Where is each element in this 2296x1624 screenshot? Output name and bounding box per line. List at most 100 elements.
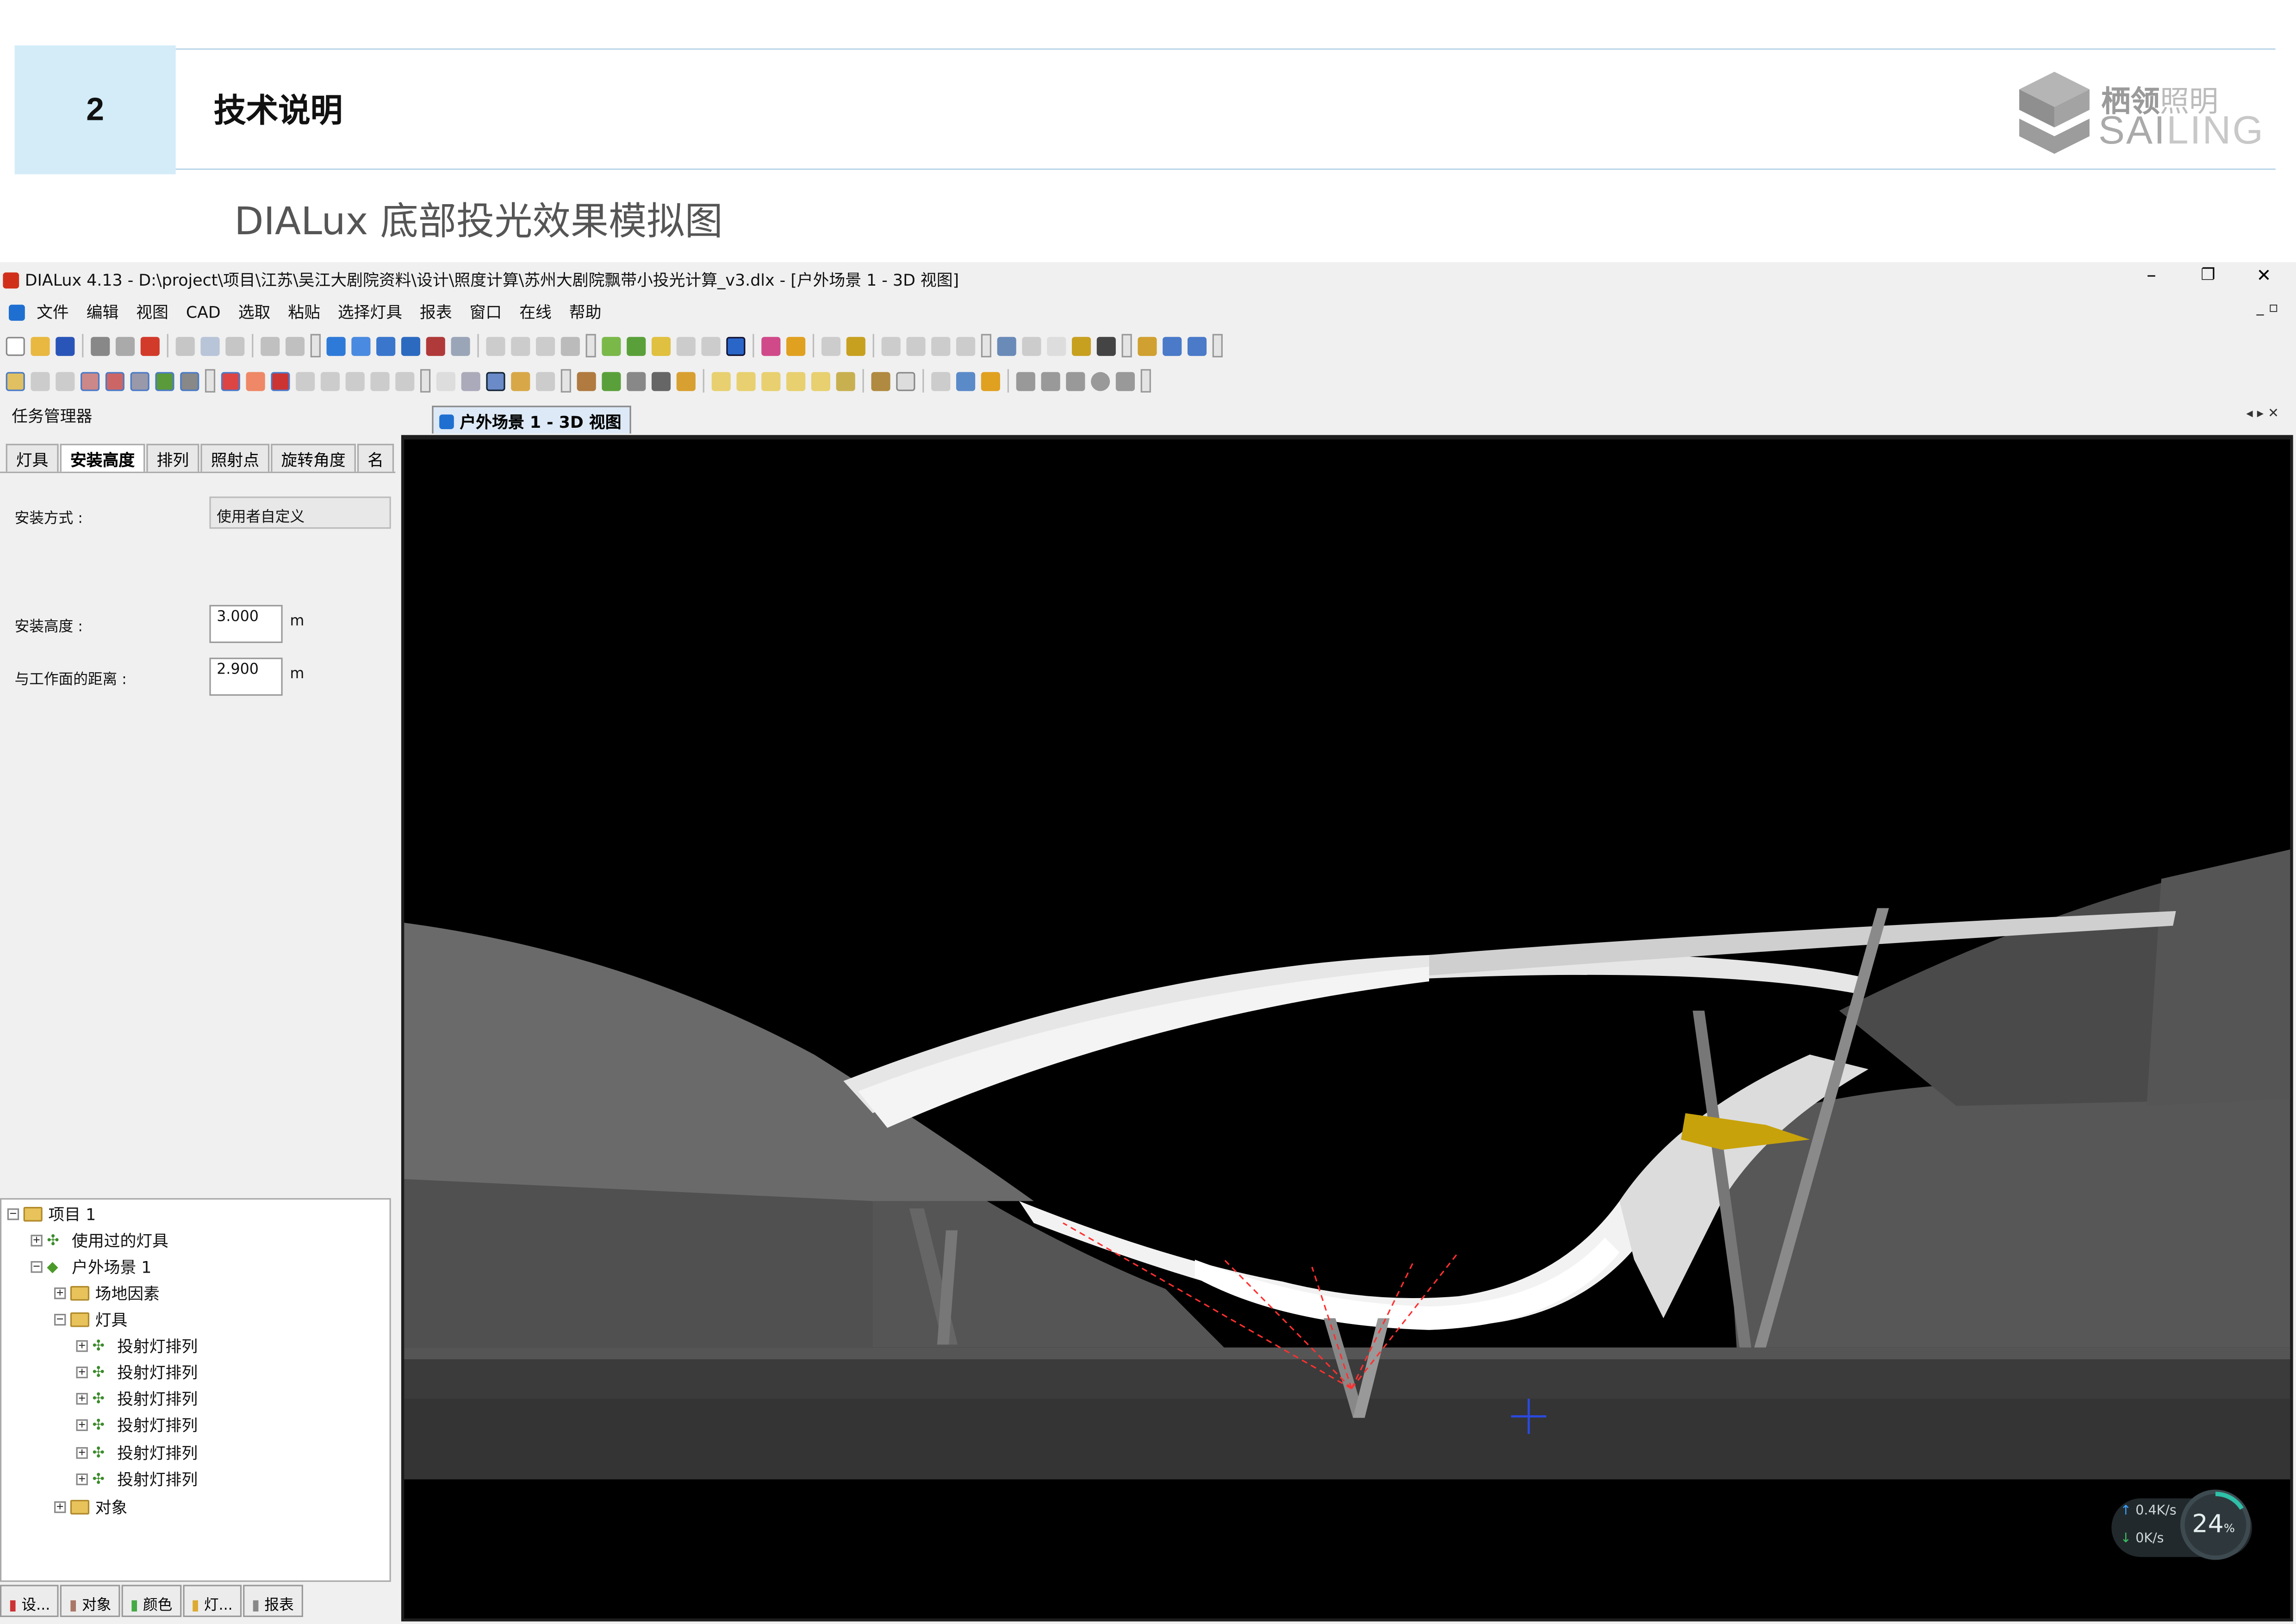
print-preview-icon[interactable] — [115, 336, 135, 356]
tree-project[interactable]: − 项目 1 — [7, 1203, 96, 1226]
distance-input[interactable]: 2.900 — [209, 657, 283, 696]
polyline-icon[interactable] — [1041, 371, 1060, 391]
menu-view[interactable]: 视图 — [136, 300, 168, 324]
pointer-icon[interactable] — [436, 371, 455, 391]
tab-objects[interactable]: ▮ 对象 — [60, 1585, 120, 1617]
tool-c-icon[interactable] — [535, 336, 555, 356]
calculator-icon[interactable] — [997, 336, 1016, 356]
mdi-controls[interactable]: _ ▫ — [2257, 300, 2278, 317]
tree-scene[interactable]: − ◆ 户外场景 1 — [31, 1255, 151, 1279]
pick-e-icon[interactable] — [130, 371, 149, 391]
menu-file[interactable]: 文件 — [37, 300, 69, 324]
menu-select-luminaire[interactable]: 选择灯具 — [338, 300, 402, 324]
snap-g-icon[interactable] — [370, 371, 390, 391]
walk-icon[interactable] — [535, 371, 555, 391]
color-sphere-icon[interactable] — [761, 336, 781, 356]
zoom-icon[interactable] — [461, 371, 480, 391]
menu-paste[interactable]: 粘贴 — [288, 300, 320, 324]
add-luminaire-icon[interactable] — [602, 336, 621, 356]
object-d-icon[interactable] — [651, 371, 671, 391]
clapper-icon[interactable] — [1096, 336, 1116, 356]
3d-viewport[interactable] — [404, 439, 2290, 1619]
floor-plan-icon[interactable] — [351, 336, 371, 356]
tree-site[interactable]: + 场地因素 — [54, 1281, 160, 1305]
copy-icon[interactable] — [200, 336, 220, 356]
orbit-icon[interactable] — [486, 371, 505, 391]
tool-f-icon[interactable] — [821, 336, 841, 356]
tree-objects[interactable]: + 对象 — [54, 1495, 127, 1519]
pick-f-icon[interactable] — [155, 371, 174, 391]
tab-colors[interactable]: ▮ 颜色 — [121, 1585, 181, 1617]
shape-d-icon[interactable] — [786, 371, 806, 391]
menu-cad[interactable]: CAD — [186, 302, 221, 321]
shape-c-icon[interactable] — [761, 371, 781, 391]
view-tab-3d[interactable]: 户外场景 1 - 3D 视图 — [432, 406, 632, 434]
tab-aim-point[interactable]: 照射点 — [200, 443, 270, 472]
snap-d-icon[interactable] — [296, 371, 315, 391]
pdf-icon[interactable] — [140, 336, 160, 356]
open-folder-icon[interactable] — [31, 336, 50, 356]
snap-b-icon[interactable] — [246, 371, 265, 391]
circle-icon[interactable] — [1091, 371, 1110, 391]
snap-a-icon[interactable] — [221, 371, 240, 391]
undo-icon[interactable] — [261, 336, 280, 356]
tool-a-icon[interactable] — [486, 336, 505, 356]
tab-lamps[interactable]: ▮ 灯... — [182, 1585, 242, 1617]
cut-icon[interactable] — [175, 336, 195, 356]
pick-g-icon[interactable] — [180, 371, 199, 391]
shape-f-icon[interactable] — [836, 371, 855, 391]
hatch-icon[interactable] — [1115, 371, 1135, 391]
object-e-icon[interactable] — [676, 371, 696, 391]
restore-button[interactable]: ❐ — [2201, 265, 2221, 284]
select-icon[interactable] — [1138, 336, 1157, 356]
grid-b-icon[interactable] — [896, 371, 915, 391]
paste-icon[interactable] — [225, 336, 245, 356]
pointer-light-icon[interactable] — [846, 336, 865, 356]
tree-array[interactable]: + ✣ 投射灯排列 — [76, 1361, 198, 1384]
select-mode-icon[interactable] — [6, 371, 25, 391]
object-a-icon[interactable] — [577, 371, 596, 391]
tab-name[interactable]: 名 — [357, 443, 394, 472]
lock-icon[interactable] — [981, 371, 1000, 391]
menu-report[interactable]: 报表 — [420, 300, 452, 324]
tab-arrangement[interactable]: 排列 — [146, 443, 199, 472]
page-icon[interactable] — [1047, 336, 1066, 356]
columns-icon[interactable] — [1187, 336, 1207, 356]
side-view-icon[interactable] — [376, 336, 396, 356]
menu-select[interactable]: 选取 — [238, 300, 271, 324]
print-icon[interactable] — [91, 336, 110, 356]
tree-array[interactable]: + ✣ 投射灯排列 — [76, 1413, 198, 1437]
measure-a-icon[interactable] — [931, 371, 951, 391]
hierarchy-icon[interactable] — [956, 371, 976, 391]
minimize-button[interactable]: – — [2147, 265, 2167, 287]
height-input[interactable]: 3.000 — [209, 605, 283, 643]
object-c-icon[interactable] — [627, 371, 646, 391]
menu-window[interactable]: 窗口 — [470, 300, 502, 324]
pan-hand-icon[interactable] — [511, 371, 530, 391]
brush-icon[interactable] — [726, 336, 746, 356]
curve-icon[interactable] — [1066, 371, 1085, 391]
tab-luminaire[interactable]: 灯具 — [6, 443, 59, 472]
wrench-icon[interactable] — [560, 336, 580, 356]
texture-sphere-icon[interactable] — [786, 336, 806, 356]
list-icon[interactable] — [1163, 336, 1182, 356]
tree-array[interactable]: + ✣ 投射灯排列 — [76, 1334, 198, 1358]
tree-array[interactable]: + ✣ 投射灯排列 — [76, 1468, 198, 1491]
tab-nav-arrows[interactable]: ◂ ▸ ✕ — [2246, 407, 2279, 422]
3d-view-icon[interactable] — [326, 336, 346, 356]
front-view-icon[interactable] — [401, 336, 421, 356]
grid-a-icon[interactable] — [871, 371, 890, 391]
calc-c-icon[interactable] — [931, 336, 951, 356]
zoom-fit-icon[interactable] — [451, 336, 470, 356]
tab-rotation[interactable]: 旋转角度 — [271, 443, 356, 472]
key-icon[interactable] — [1071, 336, 1091, 356]
render-icon[interactable] — [426, 336, 445, 356]
pick-c-icon[interactable] — [81, 371, 100, 391]
pick-b-icon[interactable] — [56, 371, 75, 391]
calc-b-icon[interactable] — [906, 336, 926, 356]
tab-settings[interactable]: ▮ 设... — [0, 1585, 59, 1617]
snap-f-icon[interactable] — [345, 371, 365, 391]
tab-reports[interactable]: ▮ 报表 — [243, 1585, 303, 1617]
menu-edit[interactable]: 编辑 — [87, 300, 119, 324]
tool-b-icon[interactable] — [511, 336, 530, 356]
